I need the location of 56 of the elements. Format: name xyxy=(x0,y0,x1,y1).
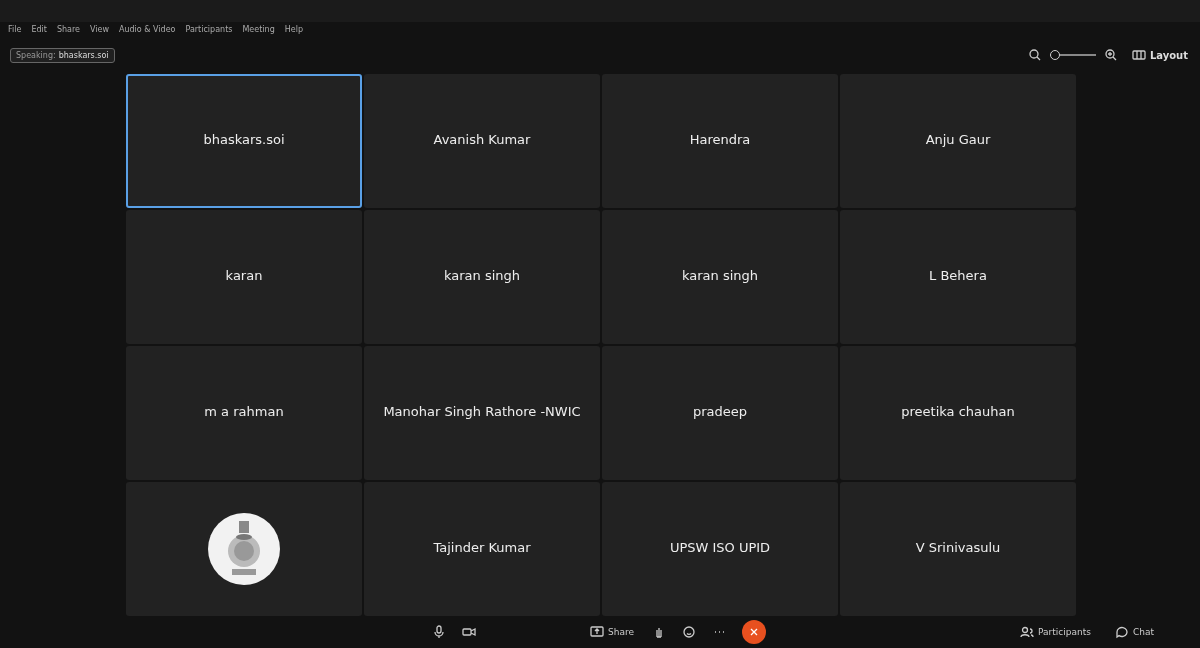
share-button[interactable]: Share xyxy=(588,623,636,641)
video-tile[interactable]: L Behera xyxy=(840,210,1076,344)
participant-name: m a rahman xyxy=(204,403,284,421)
microphone-icon[interactable] xyxy=(432,625,446,639)
video-tile[interactable]: Harendra xyxy=(602,74,838,208)
menu-item[interactable]: Edit xyxy=(31,24,47,34)
participant-name: L Behera xyxy=(929,267,987,285)
menu-item[interactable]: View xyxy=(90,24,109,34)
participant-name: pradeep xyxy=(692,403,748,421)
participants-button[interactable]: Participants xyxy=(1018,623,1093,641)
video-tile[interactable]: Tajinder Kumar xyxy=(364,482,600,616)
participant-name: V Srinivasulu xyxy=(915,539,1001,557)
zoom-out-icon[interactable] xyxy=(1027,48,1042,62)
participant-name: karan singh xyxy=(681,267,759,285)
video-tile[interactable]: Avanish Kumar xyxy=(364,74,600,208)
video-tile[interactable]: karan singh xyxy=(602,210,838,344)
video-tile[interactable]: V Srinivasulu xyxy=(840,482,1076,616)
menu-item[interactable]: Help xyxy=(284,24,303,34)
video-tile[interactable]: preetika chauhan xyxy=(840,346,1076,480)
participant-name: Tajinder Kumar xyxy=(433,539,531,557)
participant-name: karan singh xyxy=(443,267,521,285)
participant-name: Anju Gaur xyxy=(925,131,991,149)
menu-item[interactable]: Meeting xyxy=(242,24,275,34)
chat-button[interactable]: Chat xyxy=(1112,623,1156,641)
menu-item[interactable]: Participants xyxy=(185,24,233,34)
video-tile[interactable]: Anju Gaur xyxy=(840,74,1076,208)
people-icon xyxy=(1020,625,1035,639)
video-tile[interactable]: bhaskars.soi xyxy=(126,74,362,208)
participant-name: Harendra xyxy=(689,131,751,149)
video-tile[interactable]: pradeep xyxy=(602,346,838,480)
participant-name: Avanish Kumar xyxy=(433,131,531,149)
participant-name: Manohar Singh Rathore -NWIC xyxy=(383,403,581,421)
participant-name: UPSW ISO UPID xyxy=(669,539,771,557)
menu-item[interactable]: File xyxy=(8,24,22,34)
participant-name: bhaskars.soi xyxy=(203,131,285,149)
participant-name: karan xyxy=(225,267,263,285)
menu-item[interactable]: Audio & Video xyxy=(118,24,176,34)
video-tile[interactable]: karan singh xyxy=(364,210,600,344)
participant-name: preetika chauhan xyxy=(901,403,1015,421)
slider-thumb[interactable] xyxy=(1049,50,1060,60)
chat-bubble-icon xyxy=(1114,625,1129,639)
speaker-name: bhaskars.soi xyxy=(58,50,109,60)
layout-button[interactable]: Layout xyxy=(1131,48,1188,62)
video-tile[interactable]: UPSW ISO UPID xyxy=(602,482,838,616)
video-tile[interactable]: karan xyxy=(126,210,362,344)
video-tile[interactable]: Manohar Singh Rathore -NWIC xyxy=(364,346,600,480)
leave-button[interactable] xyxy=(742,620,766,644)
video-tile[interactable] xyxy=(126,482,362,616)
share-screen-icon xyxy=(590,625,604,639)
camera-icon[interactable] xyxy=(462,625,476,639)
zoom-in-icon[interactable] xyxy=(1103,48,1118,62)
speaking-label: Speaking: xyxy=(16,50,56,60)
reaction-icon[interactable] xyxy=(682,625,696,639)
menu-item[interactable]: Share xyxy=(56,24,80,34)
video-tile[interactable]: m a rahman xyxy=(126,346,362,480)
grid-icon xyxy=(1131,48,1146,62)
